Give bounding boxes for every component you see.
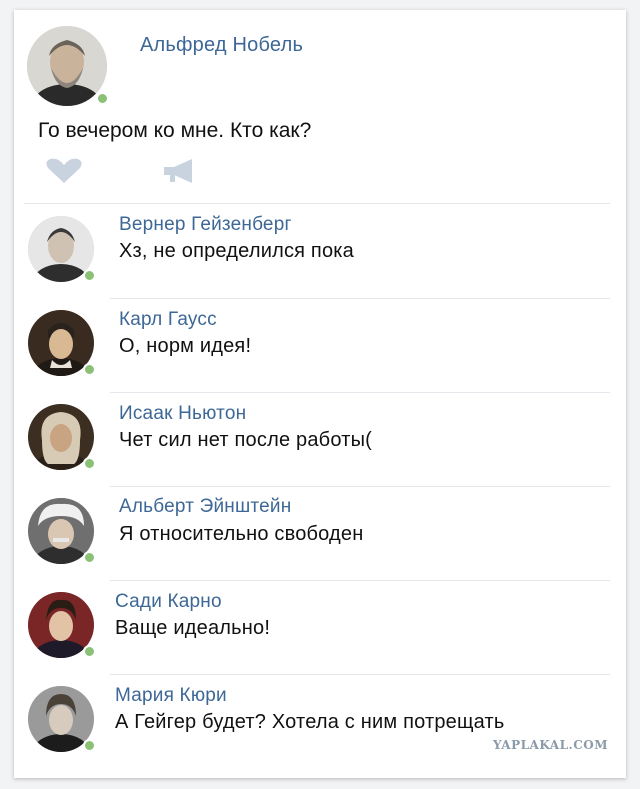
online-indicator bbox=[83, 739, 96, 752]
post-text: Го вечером ко мне. Кто как? bbox=[38, 119, 312, 142]
divider bbox=[24, 203, 610, 204]
commenter-name[interactable]: Альберт Эйнштейн bbox=[119, 496, 291, 518]
online-indicator bbox=[96, 92, 109, 105]
divider bbox=[110, 674, 610, 675]
comment-text: Хз, не определился пока bbox=[119, 240, 355, 262]
heart-icon[interactable] bbox=[44, 158, 84, 189]
commenter-name[interactable]: Исаак Ньютон bbox=[119, 403, 246, 425]
commenter-name[interactable]: Сади Карно bbox=[115, 591, 222, 613]
comment-text: Ваще идеально! bbox=[115, 617, 271, 639]
comment-text: Я относительно свободен bbox=[119, 523, 364, 545]
author-avatar[interactable] bbox=[27, 26, 109, 106]
commenter-avatar[interactable] bbox=[28, 498, 96, 564]
online-indicator bbox=[83, 551, 96, 564]
commenter-avatar[interactable] bbox=[28, 216, 96, 282]
watermark: YAPLAKAL.COM bbox=[492, 738, 608, 752]
comment-text: О, норм идея! bbox=[119, 335, 252, 357]
post-author-name[interactable]: Альфред Нобель bbox=[140, 34, 303, 57]
commenter-avatar[interactable] bbox=[28, 686, 96, 752]
commenter-avatar[interactable] bbox=[28, 592, 96, 658]
commenter-avatar[interactable] bbox=[28, 310, 96, 376]
online-indicator bbox=[83, 457, 96, 470]
commenter-name[interactable]: Вернер Гейзенберг bbox=[119, 214, 292, 236]
megaphone-icon[interactable] bbox=[162, 158, 198, 189]
divider bbox=[110, 486, 610, 487]
commenter-name[interactable]: Мария Кюри bbox=[115, 685, 227, 707]
divider bbox=[110, 580, 610, 581]
divider bbox=[110, 392, 610, 393]
post-card: Альфред Нобель Го вечером ко мне. Кто ка… bbox=[14, 10, 626, 778]
online-indicator bbox=[83, 363, 96, 376]
comment-text: А Гейгер будет? Хотела с ним потрещать bbox=[115, 711, 505, 733]
online-indicator bbox=[83, 269, 96, 282]
commenter-name[interactable]: Карл Гаусс bbox=[119, 309, 217, 331]
commenter-avatar[interactable] bbox=[28, 404, 96, 470]
online-indicator bbox=[83, 645, 96, 658]
comment-text: Чет сил нет после работы( bbox=[119, 429, 373, 451]
divider bbox=[110, 298, 610, 299]
